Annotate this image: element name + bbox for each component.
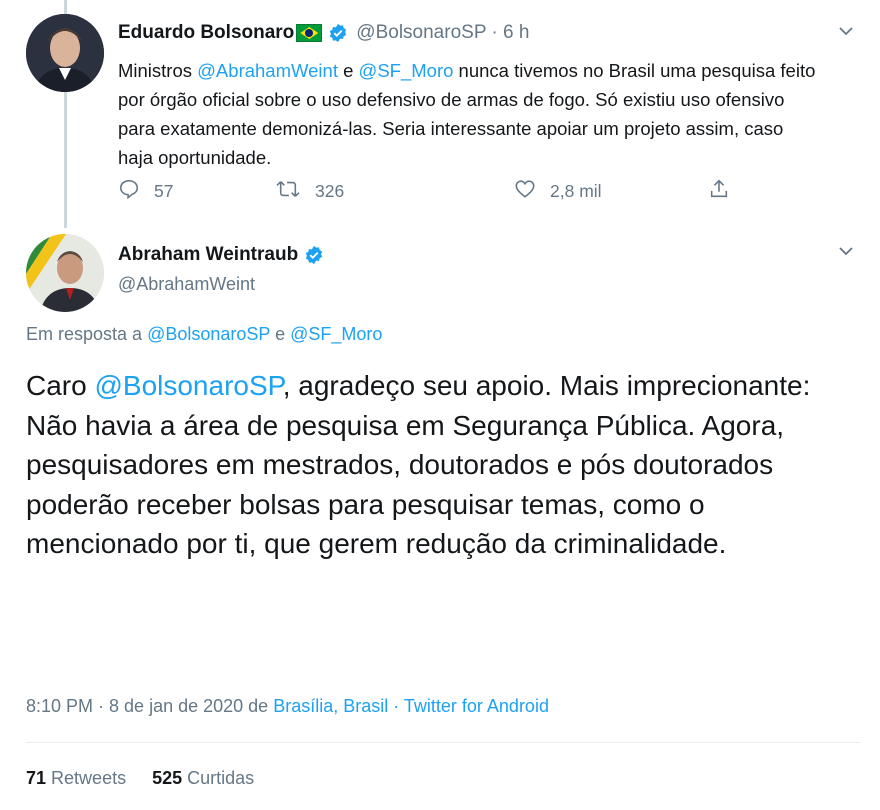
brazil-flag-icon <box>296 24 323 42</box>
like-count: 2,8 mil <box>550 181 602 201</box>
retweets-stat[interactable]: 71 Retweets <box>26 768 126 789</box>
mention-link[interactable]: @AbrahamWeint <box>197 60 338 81</box>
share-icon <box>708 178 730 205</box>
reply-to-text: e <box>270 324 291 344</box>
tweet2-author: Abraham Weintraub <box>118 244 332 266</box>
likes-stat[interactable]: 525 Curtidas <box>152 768 254 789</box>
avatar-eduardo[interactable] <box>26 14 104 92</box>
retweet-icon <box>275 178 301 205</box>
reply-to-line: Em resposta a @BolsonaroSP e @SF_Moro <box>26 324 382 345</box>
avatar-image <box>26 14 104 92</box>
tweet2-meta: 8:10 PM · 8 de jan de 2020 de Brasília, … <box>26 696 549 717</box>
avatar-abraham[interactable] <box>26 234 104 312</box>
tweet1-handle-time[interactable]: @BolsonaroSP · 6 h <box>356 22 529 44</box>
location-link[interactable]: Brasília, Brasil <box>273 696 388 716</box>
chevron-down-icon[interactable] <box>838 244 854 262</box>
share-button[interactable] <box>708 178 730 205</box>
tweet1-text-part: Ministros <box>118 60 198 81</box>
mention-link[interactable]: @SF_Moro <box>290 324 382 344</box>
reply-to-text: Em resposta a <box>26 324 148 344</box>
tweet1-header: Eduardo Bolsonaro @BolsonaroSP · 6 h <box>118 22 529 44</box>
tweet-timestamp[interactable]: 8:10 PM · 8 de jan de 2020 de <box>26 696 273 716</box>
tweet2-text-part: Caro <box>26 370 95 401</box>
tweet1-author-name[interactable]: Eduardo Bolsonaro <box>118 22 294 44</box>
retweet-label: Retweets <box>51 768 127 788</box>
source-link[interactable]: Twitter for Android <box>404 696 549 716</box>
like-icon <box>514 178 536 205</box>
tweet2-stats: 71 Retweets 525 Curtidas <box>26 768 254 789</box>
tweet2-text: Caro @BolsonaroSP, agradeço seu apoio. M… <box>26 366 836 564</box>
meta-separator: · <box>388 696 404 716</box>
tweet2-author-name[interactable]: Abraham Weintraub <box>118 244 298 266</box>
retweet-total: 71 <box>26 768 47 788</box>
like-total: 525 <box>152 768 183 788</box>
tweet1-actions: 57 326 2,8 mil <box>118 178 758 208</box>
mention-link[interactable]: @SF_Moro <box>359 60 454 81</box>
chevron-down-icon[interactable] <box>838 24 854 42</box>
divider <box>26 742 860 743</box>
like-label: Curtidas <box>187 768 255 788</box>
like-button[interactable]: 2,8 mil <box>514 178 602 205</box>
tweet2-handle[interactable]: @AbrahamWeint <box>118 274 255 295</box>
avatar-image <box>26 234 104 312</box>
tweet1-text-part: e <box>337 60 359 81</box>
verified-icon <box>304 245 324 265</box>
mention-link[interactable]: @BolsonaroSP <box>94 370 282 401</box>
verified-icon <box>328 23 348 43</box>
retweet-count: 326 <box>315 181 345 201</box>
mention-link[interactable]: @BolsonaroSP <box>147 324 270 344</box>
retweet-button[interactable]: 326 <box>275 178 344 205</box>
reply-count: 57 <box>154 181 174 201</box>
reply-button[interactable]: 57 <box>118 178 173 205</box>
tweet1-text: Ministros @AbrahamWeint e @SF_Moro nunca… <box>118 56 818 172</box>
reply-icon <box>118 178 140 205</box>
